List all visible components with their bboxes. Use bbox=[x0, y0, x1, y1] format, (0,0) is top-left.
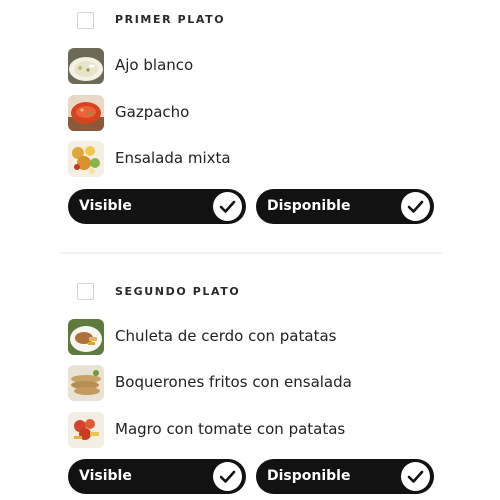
visible-toggle[interactable]: Visible bbox=[68, 459, 246, 494]
dish-name: Ensalada mixta bbox=[115, 149, 231, 167]
section-title: PRIMER PLATO bbox=[115, 13, 226, 26]
disponible-label: Disponible bbox=[267, 468, 351, 484]
dish-thumbnail bbox=[68, 412, 104, 448]
disponible-label: Disponible bbox=[267, 198, 351, 214]
dish-name: Chuleta de cerdo con patatas bbox=[115, 327, 337, 345]
section-title: SEGUNDO PLATO bbox=[115, 285, 241, 298]
disponible-toggle[interactable]: Disponible bbox=[256, 189, 434, 224]
list-item-dish[interactable]: Magro con tomate con patatas bbox=[68, 412, 468, 448]
list-item-dish[interactable]: Ensalada mixta bbox=[68, 141, 468, 177]
list-item-dish[interactable]: Gazpacho bbox=[68, 95, 468, 131]
disponible-toggle[interactable]: Disponible bbox=[256, 459, 434, 494]
dish-thumbnail bbox=[68, 365, 104, 401]
visible-label: Visible bbox=[79, 198, 132, 214]
visible-label: Visible bbox=[79, 468, 132, 484]
list-item-dish[interactable]: Chuleta de cerdo con patatas bbox=[68, 319, 468, 355]
list-item-dish[interactable]: Ajo blanco bbox=[68, 48, 468, 84]
check-circle-icon bbox=[213, 192, 242, 221]
section-header: PRIMER PLATO bbox=[0, 0, 500, 38]
dish-thumbnail bbox=[68, 141, 104, 177]
section-select-checkbox[interactable] bbox=[77, 12, 94, 29]
dish-thumbnail bbox=[68, 95, 104, 131]
dish-name: Ajo blanco bbox=[115, 56, 194, 74]
dish-name: Gazpacho bbox=[115, 103, 190, 121]
visible-toggle[interactable]: Visible bbox=[68, 189, 246, 224]
dish-thumbnail bbox=[68, 48, 104, 84]
check-circle-icon bbox=[213, 462, 242, 491]
section-select-checkbox[interactable] bbox=[77, 283, 94, 300]
list-item-dish[interactable]: Boquerones fritos con ensalada bbox=[68, 365, 468, 401]
section-divider bbox=[60, 252, 442, 254]
dish-thumbnail bbox=[68, 319, 104, 355]
dish-name: Magro con tomate con patatas bbox=[115, 420, 346, 438]
check-circle-icon bbox=[401, 462, 430, 491]
check-circle-icon bbox=[401, 192, 430, 221]
section-header: SEGUNDO PLATO bbox=[0, 272, 500, 310]
dish-name: Boquerones fritos con ensalada bbox=[115, 373, 352, 391]
